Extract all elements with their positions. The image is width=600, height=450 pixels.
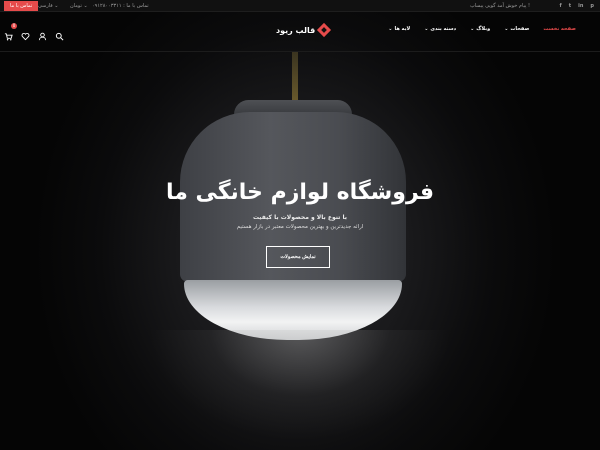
contact-button[interactable]: تماس با ما bbox=[4, 1, 39, 11]
cart-icon[interactable]: 0 bbox=[4, 23, 17, 41]
chevron-down-icon: ⌄ bbox=[470, 26, 475, 32]
nav-item-layers[interactable]: لایه ها ⌄ bbox=[388, 26, 410, 32]
nav-item-categories[interactable]: دسته بندی ⌄ bbox=[424, 26, 456, 32]
cart-count-badge: 0 bbox=[11, 23, 17, 29]
language-selector[interactable]: فارسی ⌄ bbox=[38, 0, 58, 12]
pinterest-icon[interactable]: p bbox=[590, 3, 594, 9]
nav-label: لایه ها bbox=[394, 26, 411, 32]
heart-icon[interactable] bbox=[21, 26, 30, 41]
nav-label: صفحه نخست bbox=[543, 26, 576, 32]
nav-item-home[interactable]: صفحه نخست bbox=[543, 26, 576, 32]
social-links: f t in p bbox=[560, 0, 594, 12]
chevron-down-icon: ⌄ bbox=[424, 26, 429, 32]
main-header: 0 قالب ریود صفحه نخست صفحات ⌄ وبلاگ ⌄ دس… bbox=[0, 12, 600, 52]
logo-text: قالب ریود bbox=[276, 25, 316, 35]
header-icons: 0 bbox=[4, 23, 64, 41]
currency-selector[interactable]: تومان ⌄ bbox=[70, 0, 88, 12]
main-nav: صفحه نخست صفحات ⌄ وبلاگ ⌄ دسته بندی ⌄ لا… bbox=[388, 26, 576, 32]
top-bar: تماس با ما فارسی ⌄ تومان ⌄ تماس با ما : … bbox=[0, 0, 600, 12]
hero-title: فروشگاه لوازم خانگی ما bbox=[165, 180, 435, 205]
search-icon[interactable] bbox=[55, 26, 64, 41]
nav-label: دسته بندی bbox=[430, 26, 457, 32]
nav-label: وبلاگ bbox=[476, 26, 491, 32]
phone-text: تماس با ما : ۰۹۱۲۸۰۰۳۳۱۱ bbox=[92, 3, 149, 9]
nav-item-pages[interactable]: صفحات ⌄ bbox=[504, 26, 529, 32]
twitter-icon[interactable]: t bbox=[569, 3, 571, 9]
chevron-down-icon: ⌄ bbox=[504, 26, 509, 32]
welcome-message: پیام خوش آمد گویی پیساپ ! bbox=[469, 3, 530, 9]
nav-label: صفحات bbox=[510, 26, 530, 32]
light-glow bbox=[150, 330, 450, 450]
hero-description: ارائه جدیدترین و بهترین محصولات معتبر در… bbox=[236, 224, 364, 230]
site-logo[interactable]: قالب ریود bbox=[276, 22, 332, 38]
page: تماس با ما فارسی ⌄ تومان ⌄ تماس با ما : … bbox=[0, 0, 600, 450]
user-icon[interactable] bbox=[38, 26, 47, 41]
hero-subtitle: با تنوع بالا و محصولات با کیفیت bbox=[252, 214, 348, 221]
linkedin-icon[interactable]: in bbox=[578, 3, 583, 9]
lamp-cord bbox=[292, 52, 298, 102]
chevron-down-icon: ⌄ bbox=[388, 26, 393, 32]
show-products-button[interactable]: نمایش محصولات bbox=[266, 246, 330, 268]
logo-icon bbox=[317, 22, 332, 38]
facebook-icon[interactable]: f bbox=[560, 3, 562, 9]
nav-item-blog[interactable]: وبلاگ ⌄ bbox=[470, 26, 490, 32]
